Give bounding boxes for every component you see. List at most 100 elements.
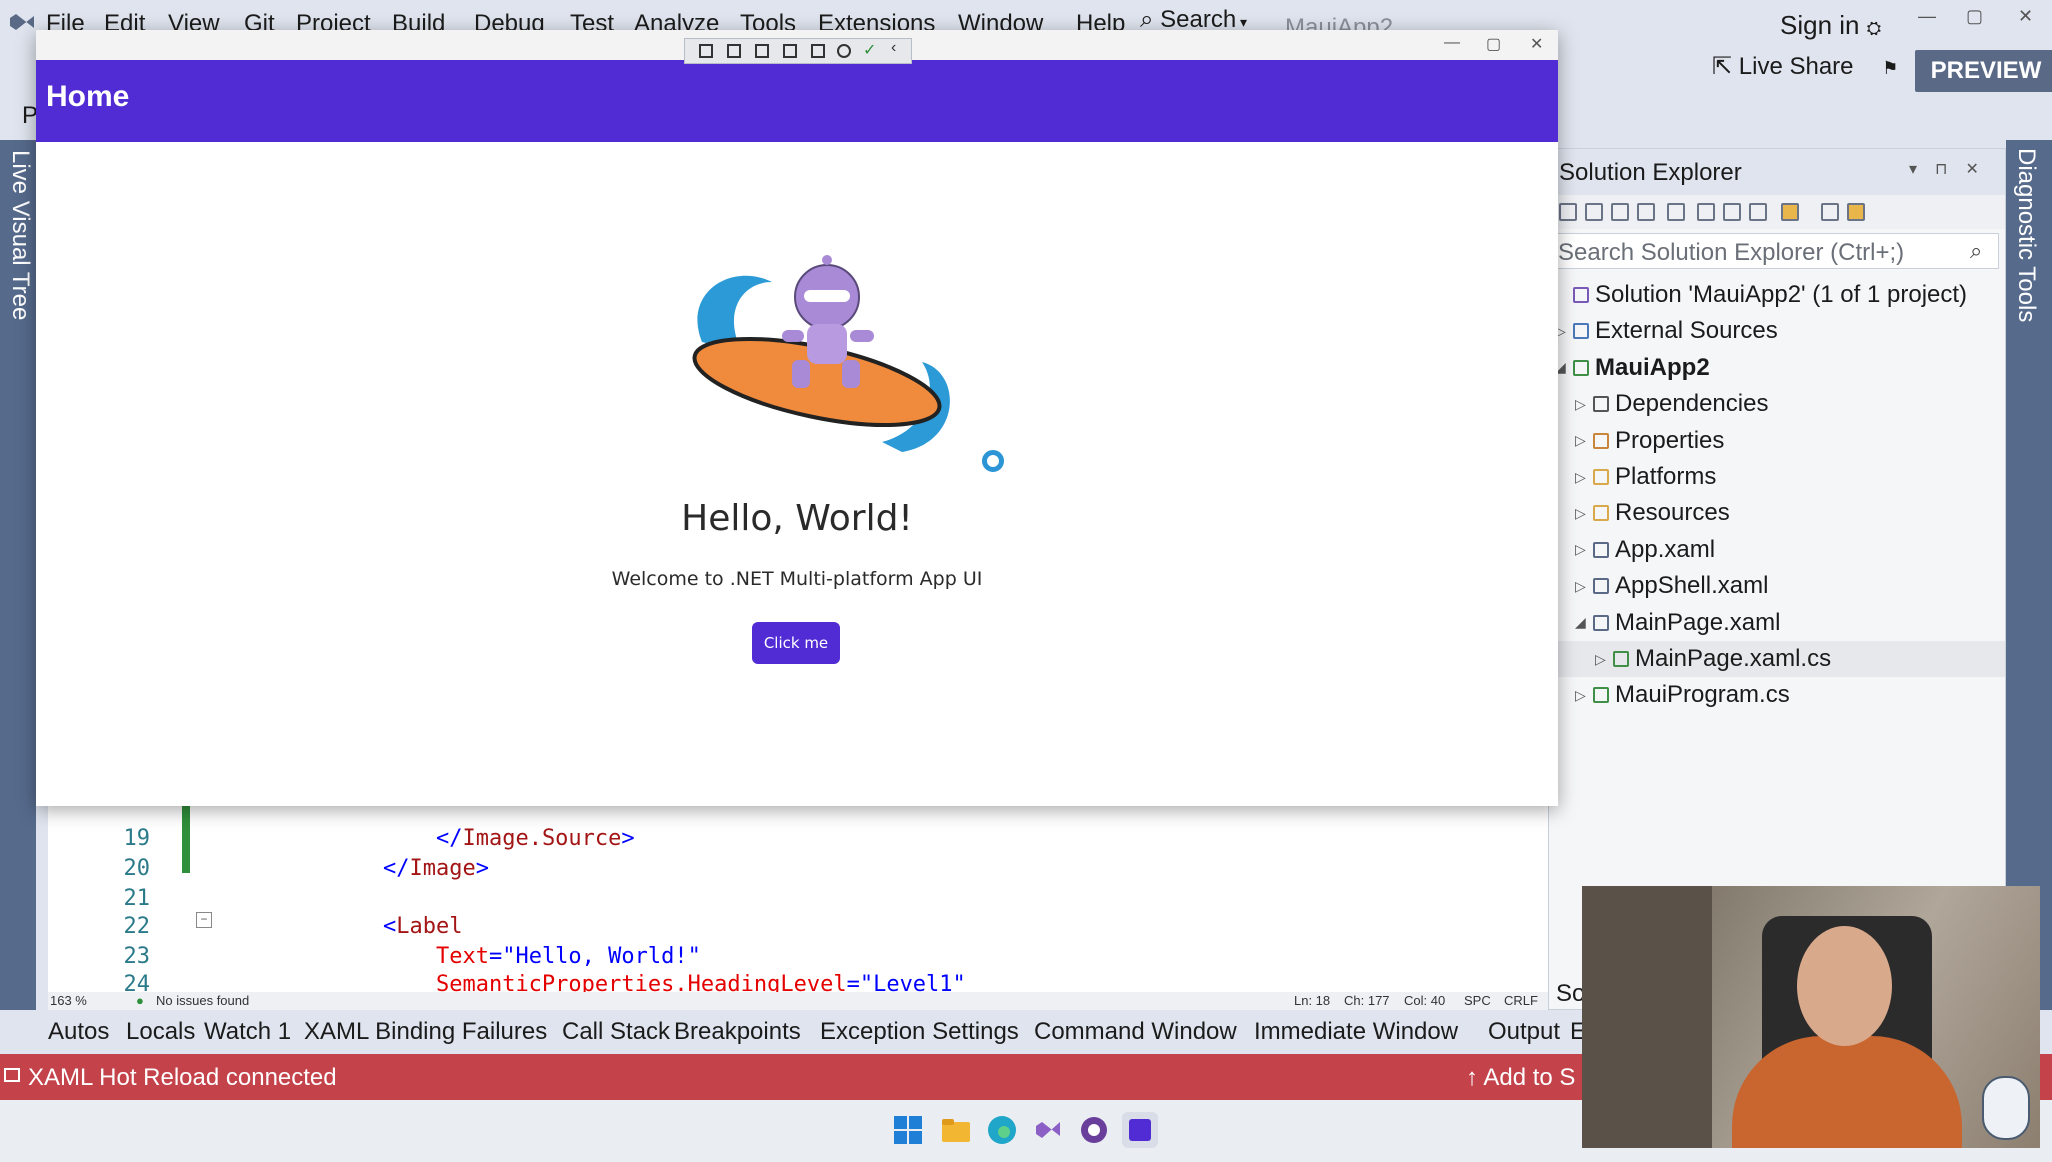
tree-item-label: MainPage.xaml <box>1615 608 1781 636</box>
diagnostic-tools-tab[interactable]: Diagnostic Tools <box>2012 148 2052 322</box>
solution-explorer-controls[interactable]: ▾⊓✕ <box>1909 159 1997 179</box>
properties-wrench-icon[interactable] <box>1821 203 1839 221</box>
go-to-live-visual-tree-icon[interactable] <box>699 44 713 58</box>
collapsed-arrow-icon[interactable]: ▷ <box>1575 578 1593 595</box>
welcome-text: Welcome to .NET Multi-platform App UI <box>611 568 983 590</box>
csharp-file-icon <box>1593 687 1609 704</box>
display-adorners-icon[interactable] <box>755 44 769 58</box>
track-focus-icon[interactable] <box>783 44 797 58</box>
code-line[interactable]: <Label <box>330 914 462 939</box>
issues-status[interactable]: No issues found <box>156 993 249 1008</box>
tree-item-resources[interactable]: ▷ Resources <box>1549 495 2005 531</box>
code-editor[interactable] <box>48 802 1548 993</box>
tree-item-mauiapp2[interactable]: ◢ MauiApp2 <box>1549 350 2005 386</box>
tree-item-properties[interactable]: ▷ Properties <box>1549 423 2005 459</box>
solution-search-input[interactable]: Search Solution Explorer (Ctrl+;) ⌕ <box>1553 233 1999 269</box>
tree-item-solution-mauiapp2-1-of-1-project[interactable]: Solution 'MauiApp2' (1 of 1 project) <box>1549 277 2005 313</box>
expanded-arrow-icon[interactable]: ◢ <box>1575 614 1593 631</box>
start-icon[interactable] <box>890 1112 926 1148</box>
tree-item-external-sources[interactable]: ▷ External Sources <box>1549 313 2005 349</box>
collapsed-arrow-icon[interactable]: ▷ <box>1595 651 1613 668</box>
hot-reload-icon[interactable] <box>837 44 851 58</box>
maui-app-icon[interactable] <box>1122 1112 1158 1148</box>
code-line[interactable]: Text="Hello, World!" <box>330 944 701 969</box>
line-number-gutter: 20 <box>123 856 151 881</box>
collapsed-arrow-icon[interactable]: ▷ <box>1575 432 1593 449</box>
tree-item-label: Solution 'MauiApp2' (1 of 1 project) <box>1595 281 1968 308</box>
code-line[interactable]: </Image> <box>330 856 489 881</box>
fold-toggle-icon[interactable]: − <box>196 912 212 928</box>
add-to-source-control[interactable]: ↑ Add to S <box>1466 1064 1575 1092</box>
file-explorer-icon[interactable] <box>938 1112 974 1148</box>
message-icon <box>4 1068 20 1082</box>
show-all-files-icon[interactable] <box>1749 203 1767 221</box>
tab-command-window[interactable]: Command Window <box>1034 1018 1237 1046</box>
forward-icon[interactable] <box>1585 203 1603 221</box>
edge-icon[interactable] <box>984 1112 1020 1148</box>
tree-item-appshell-xaml[interactable]: ▷ AppShell.xaml <box>1549 568 2005 604</box>
visual-studio-icon[interactable] <box>1030 1112 1066 1148</box>
collapse-icon[interactable]: ‹ <box>891 39 896 57</box>
live-visual-tree-tab[interactable]: Live Visual Tree <box>6 150 34 450</box>
check-icon: ● <box>136 993 144 1008</box>
tree-item-platforms[interactable]: ▷ Platforms <box>1549 459 2005 495</box>
github-icon[interactable] <box>1076 1112 1112 1148</box>
click-me-button[interactable]: Click me <box>752 622 840 664</box>
tree-item-mainpage-xaml-cs[interactable]: ▷ MainPage.xaml.cs <box>1549 641 2005 677</box>
minimize-icon[interactable]: — <box>1444 34 1460 52</box>
pending-changes-icon[interactable] <box>1667 203 1685 221</box>
collapsed-arrow-icon[interactable]: ▷ <box>1575 505 1593 522</box>
layout-adorners-icon[interactable] <box>811 44 825 58</box>
tree-item-label: External Sources <box>1595 317 1778 345</box>
collapsed-arrow-icon[interactable]: ▷ <box>1575 687 1593 704</box>
tab-breakpoints[interactable]: Breakpoints <box>674 1018 801 1046</box>
tab-immediate-window[interactable]: Immediate Window <box>1254 1018 1458 1046</box>
tree-item-dependencies[interactable]: ▷ Dependencies <box>1549 386 2005 422</box>
hot-reload-status[interactable]: XAML Hot Reload connected <box>28 1064 337 1092</box>
editor-status-bar: 163 % ● No issues found Ln: 18 Ch: 177 C… <box>48 992 1548 1010</box>
tab-locals[interactable]: Locals <box>126 1018 195 1046</box>
tab-output[interactable]: Output <box>1488 1018 1560 1046</box>
dotnet-bot-surfing-image <box>672 252 962 472</box>
presenter-head <box>1797 926 1892 1046</box>
tab-autos[interactable]: Autos <box>48 1018 109 1046</box>
collapse-all-icon[interactable] <box>1723 203 1741 221</box>
tab-exception-settings[interactable]: Exception Settings <box>820 1018 1019 1046</box>
back-icon[interactable] <box>1559 203 1577 221</box>
line-number-gutter: 22 <box>123 914 151 939</box>
sign-in-link[interactable]: Sign in ⛭ <box>1780 10 1881 41</box>
live-share-button[interactable]: ⇱ Live Share ⚑ <box>1712 52 1898 81</box>
avatar-icon <box>1982 1076 2030 1140</box>
truncated-label: So <box>1556 980 1586 1007</box>
tab-watch-1[interactable]: Watch 1 <box>204 1018 291 1046</box>
tree-item-mainpage-xaml[interactable]: ◢ MainPage.xaml <box>1549 605 2005 641</box>
collapsed-arrow-icon[interactable]: ▷ <box>1575 469 1593 486</box>
in-app-toolbar: ✓ ‹ <box>684 38 912 64</box>
solution-icon <box>1573 287 1589 303</box>
collapsed-arrow-icon[interactable]: ▷ <box>1575 541 1593 558</box>
live-share-icon: ⇱ <box>1712 53 1733 80</box>
tab-xaml-binding-failures[interactable]: XAML Binding Failures <box>304 1018 547 1046</box>
dependencies-icon <box>1593 396 1609 413</box>
code-line[interactable]: </Image.Source> <box>330 826 635 851</box>
tree-item-app-xaml[interactable]: ▷ App.xaml <box>1549 532 2005 568</box>
preview-selected-icon[interactable] <box>1847 203 1865 221</box>
folder-icon <box>1593 505 1609 522</box>
close-icon[interactable]: ✕ <box>2018 6 2033 27</box>
select-element-icon[interactable] <box>727 44 741 58</box>
code-token: = <box>488 944 503 969</box>
xaml-file-icon <box>1593 541 1609 558</box>
maximize-icon[interactable]: ▢ <box>1966 6 1983 27</box>
close-icon[interactable]: ✕ <box>1530 34 1543 54</box>
minimize-icon[interactable]: — <box>1918 6 1936 27</box>
switch-views-icon[interactable] <box>1637 203 1655 221</box>
zoom-level[interactable]: 163 % <box>50 993 87 1008</box>
home-icon[interactable] <box>1611 203 1629 221</box>
tab-call-stack[interactable]: Call Stack <box>562 1018 670 1046</box>
sync-icon[interactable] <box>1697 203 1715 221</box>
tree-item-mauiprogram-cs[interactable]: ▷ MauiProgram.cs <box>1549 677 2005 713</box>
filter-icon[interactable] <box>1781 203 1799 221</box>
maximize-icon[interactable]: ▢ <box>1486 34 1501 54</box>
collapsed-arrow-icon[interactable]: ▷ <box>1575 396 1593 413</box>
